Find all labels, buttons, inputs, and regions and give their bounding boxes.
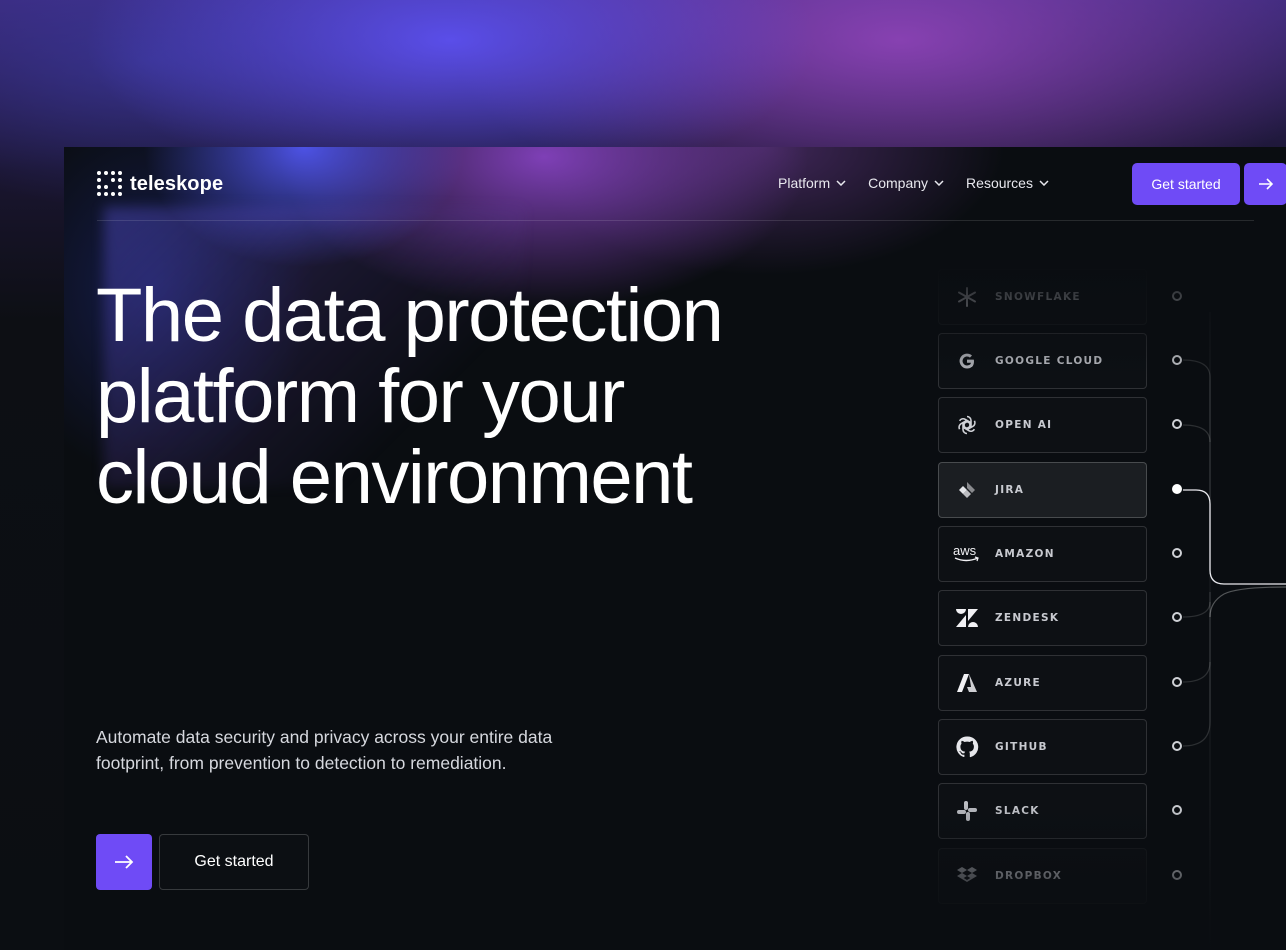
- nav-item-label: Company: [868, 175, 929, 191]
- chevron-down-icon: [836, 180, 846, 186]
- connector-dot: [1172, 548, 1182, 558]
- hero-cta-row: Get started: [96, 834, 309, 890]
- integration-label: DROPBOX: [995, 870, 1063, 882]
- integration-card-dropbox[interactable]: DROPBOX: [938, 848, 1147, 904]
- dropbox-icon: [939, 849, 995, 903]
- hero-title-line: The data protection: [96, 273, 724, 358]
- snowflake-icon: [939, 270, 995, 324]
- integration-label: GOOGLE CLOUD: [995, 355, 1104, 367]
- connector-dot: [1172, 677, 1182, 687]
- header-arrow-button[interactable]: [1244, 163, 1286, 205]
- chevron-down-icon: [1039, 180, 1049, 186]
- integration-label: SLACK: [995, 805, 1040, 817]
- integration-card-openai[interactable]: OPEN AI: [938, 397, 1147, 453]
- hero-title-line: platform for your: [96, 354, 625, 439]
- connector-dot-active: [1172, 484, 1182, 494]
- arrow-right-icon: [1258, 178, 1273, 190]
- connector-dot: [1172, 291, 1182, 301]
- google-icon: [939, 334, 995, 388]
- brand-name: teleskope: [130, 172, 224, 195]
- integration-label: AZURE: [995, 677, 1042, 689]
- hero-title: The data protection platform for your cl…: [96, 275, 856, 518]
- hero-subtitle: Automate data security and privacy acros…: [96, 727, 553, 773]
- get-started-button[interactable]: Get started: [1132, 163, 1240, 205]
- connector-dot: [1172, 805, 1182, 815]
- hero-card: teleskope Platform Company Resources Get…: [64, 147, 1286, 950]
- nav-item-platform[interactable]: Platform: [778, 175, 846, 191]
- integration-card-zendesk[interactable]: ZENDESK: [938, 590, 1147, 646]
- brand-logo[interactable]: teleskope: [97, 171, 223, 197]
- slack-icon: [939, 784, 995, 838]
- azure-icon: [939, 656, 995, 710]
- integration-label: AMAZON: [995, 548, 1055, 560]
- nav-item-label: Resources: [966, 175, 1033, 191]
- header-divider: [97, 220, 1254, 221]
- integration-label: GITHUB: [995, 741, 1048, 753]
- hero-get-started-button[interactable]: Get started: [159, 834, 309, 890]
- integration-card-azure[interactable]: AZURE: [938, 655, 1147, 711]
- integration-card-amazon[interactable]: aws AMAZON: [938, 526, 1147, 582]
- integration-card-jira[interactable]: JIRA: [938, 462, 1147, 518]
- svg-text:aws: aws: [953, 544, 977, 558]
- arrow-right-icon: [115, 855, 134, 869]
- integration-card-slack[interactable]: SLACK: [938, 783, 1147, 839]
- connector-dot: [1172, 741, 1182, 751]
- nav-item-company[interactable]: Company: [868, 175, 944, 191]
- aws-icon: aws: [939, 527, 995, 581]
- hero-arrow-button[interactable]: [96, 834, 152, 890]
- jira-icon: [939, 463, 995, 517]
- top-navigation: teleskope Platform Company Resources Get…: [97, 163, 1286, 221]
- zendesk-icon: [939, 591, 995, 645]
- openai-icon: [939, 398, 995, 452]
- integration-card-google-cloud[interactable]: GOOGLE CLOUD: [938, 333, 1147, 389]
- integration-label: ZENDESK: [995, 612, 1060, 624]
- nav-item-resources[interactable]: Resources: [966, 175, 1049, 191]
- hero-title-line: cloud environment: [96, 435, 693, 520]
- teleskope-logo-icon: [97, 171, 123, 197]
- github-icon: [939, 720, 995, 774]
- connector-dot: [1172, 355, 1182, 365]
- chevron-down-icon: [934, 180, 944, 186]
- integration-card-github[interactable]: GITHUB: [938, 719, 1147, 775]
- integrations-list: SNOWFLAKE GOOGLE CLOUD OPEN AI JIRA aws …: [938, 262, 1286, 950]
- integration-label: OPEN AI: [995, 419, 1053, 431]
- integration-label: SNOWFLAKE: [995, 291, 1081, 303]
- connector-dot: [1172, 612, 1182, 622]
- integration-card-snowflake[interactable]: SNOWFLAKE: [938, 269, 1147, 325]
- nav-item-label: Platform: [778, 175, 831, 191]
- connector-dot: [1172, 870, 1182, 880]
- integration-label: JIRA: [995, 484, 1025, 496]
- connector-dot: [1172, 419, 1182, 429]
- nav-menu: Platform Company Resources: [778, 175, 1049, 191]
